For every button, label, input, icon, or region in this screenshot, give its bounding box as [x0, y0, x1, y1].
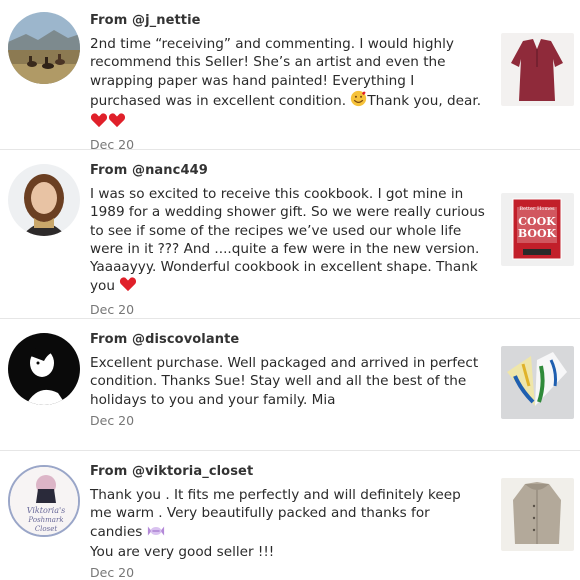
avatar[interactable] [8, 12, 80, 84]
review-author[interactable]: From @nanc449 [90, 163, 485, 179]
review-date: Dec 20 [90, 301, 135, 317]
review-author[interactable]: From @j_nettie [90, 13, 485, 29]
review-text: Thank you . It fits me perfectly and wil… [90, 487, 461, 560]
review-item: From @discovolante Excellent purchase. W… [0, 319, 580, 451]
item-thumbnail[interactable]: Better Homes COOK BOOK [501, 193, 574, 266]
review-author[interactable]: From @discovolante [90, 332, 485, 348]
review-text: I was so excited to receive this cookboo… [90, 185, 485, 298]
dress-image [501, 33, 574, 106]
candy-icon [147, 524, 165, 543]
svg-text:BOOK: BOOK [518, 227, 557, 240]
svg-text:Better Homes: Better Homes [519, 206, 555, 212]
item-thumbnail[interactable] [501, 33, 574, 106]
item-thumbnail[interactable] [501, 346, 574, 419]
avatar[interactable] [8, 333, 80, 405]
avatar-silhouette-image [8, 333, 80, 405]
item-thumbnail[interactable] [501, 478, 574, 551]
review-item: Viktoria's Poshmark Closet From @viktori… [0, 451, 580, 580]
review-text: 2nd time “receiving” and commenting. I w… [90, 35, 485, 133]
cookbook-image: Better Homes COOK BOOK [501, 193, 574, 266]
sweater-coat-image [501, 478, 574, 551]
review-date: Dec 20 [90, 565, 135, 580]
review-author[interactable]: From @viktoria_closet [90, 464, 485, 480]
svg-text:Viktoria's: Viktoria's [27, 506, 66, 515]
review-item: From @nanc449 I was so excited to receiv… [0, 150, 580, 319]
glass-vase-image [501, 346, 574, 419]
svg-text:Poshmark: Poshmark [27, 516, 63, 524]
svg-text:Closet: Closet [35, 525, 58, 533]
avatar[interactable]: Viktoria's Poshmark Closet [8, 465, 80, 537]
smiling-face-with-hearts-icon [350, 90, 367, 112]
review-item: From @j_nettie 2nd time “receiving” and … [0, 0, 580, 152]
heart-icon [119, 276, 137, 297]
review-date: Dec 20 [90, 412, 135, 428]
heart-icon [90, 112, 108, 133]
heart-icon [108, 112, 126, 133]
avatar-horses-image [8, 12, 80, 84]
avatar[interactable] [8, 164, 80, 236]
review-text: Excellent purchase. Well packaged and ar… [90, 355, 479, 408]
avatar-woman-image [8, 164, 80, 236]
avatar-closet-logo-image: Viktoria's Poshmark Closet [10, 467, 78, 535]
